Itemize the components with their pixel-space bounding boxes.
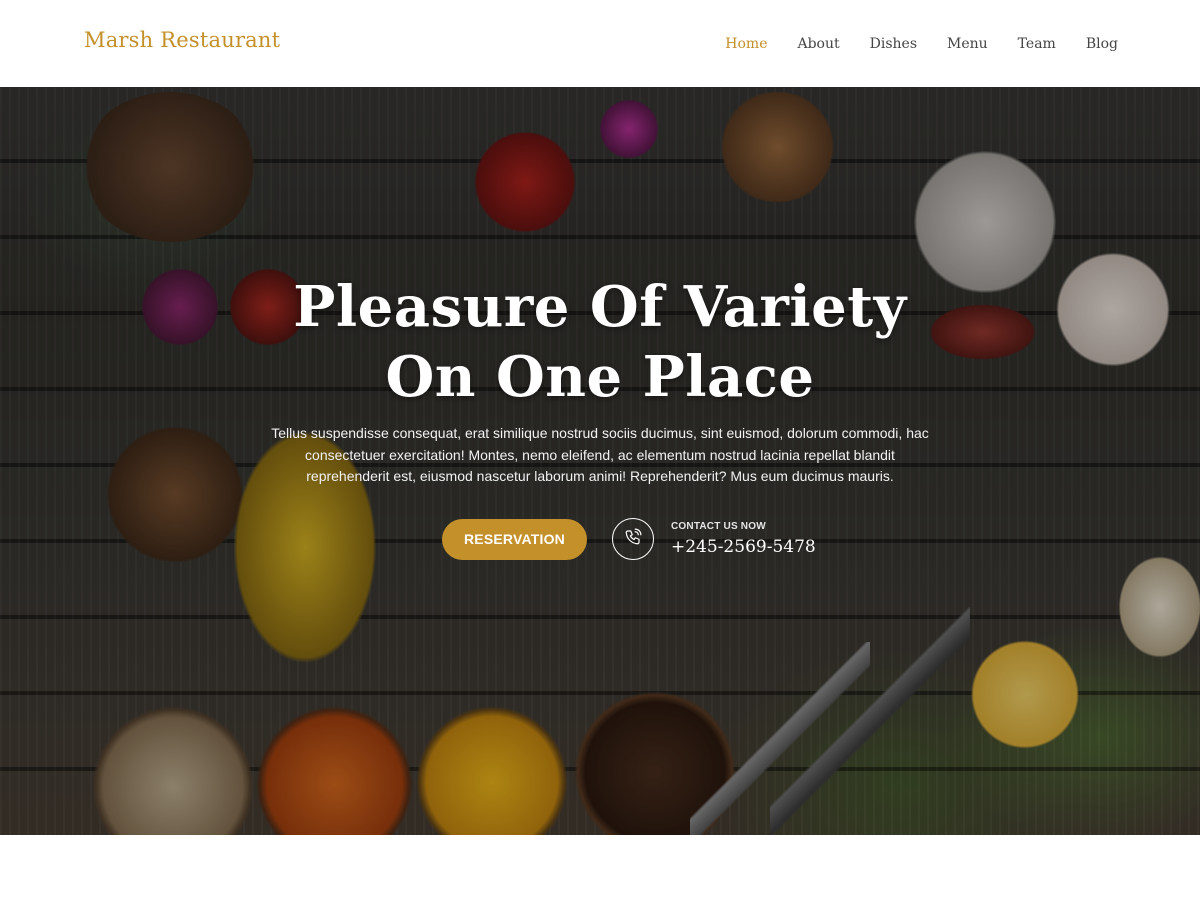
nav-item-blog[interactable]: Blog — [1086, 36, 1118, 52]
phone-button[interactable] — [612, 518, 654, 560]
hero-title-line-2: On One Place — [385, 344, 815, 410]
site-logo[interactable]: Marsh Restaurant — [84, 28, 280, 52]
phone-icon — [624, 528, 642, 551]
nav-item-menu[interactable]: Menu — [947, 36, 988, 52]
nav-item-team[interactable]: Team — [1018, 36, 1056, 52]
contact-label: CONTACT US NOW — [671, 521, 766, 532]
hero-content: Pleasure Of Variety On One Place Tellus … — [0, 87, 1200, 835]
contact-phone-number[interactable]: +245-2569-5478 — [671, 537, 816, 557]
main-nav: Home About Dishes Menu Team Blog — [695, 36, 1118, 52]
nav-item-dishes[interactable]: Dishes — [870, 36, 917, 52]
hero-description: Tellus suspendisse consequat, erat simil… — [271, 425, 929, 484]
hero-section: Pleasure Of Variety On One Place Tellus … — [0, 87, 1200, 835]
cta-row: RESERVATION CONTACT US NOW +245-2569-547… — [442, 518, 816, 560]
nav-item-home[interactable]: Home — [725, 36, 767, 52]
hero-title: Pleasure Of Variety On One Place — [0, 272, 1200, 412]
nav-item-about[interactable]: About — [797, 36, 839, 52]
reservation-button[interactable]: RESERVATION — [442, 518, 587, 560]
contact-info: CONTACT US NOW +245-2569-5478 — [671, 521, 816, 557]
site-header: Marsh Restaurant Home About Dishes Menu … — [0, 0, 1200, 87]
hero-title-line-1: Pleasure Of Variety — [293, 274, 907, 340]
